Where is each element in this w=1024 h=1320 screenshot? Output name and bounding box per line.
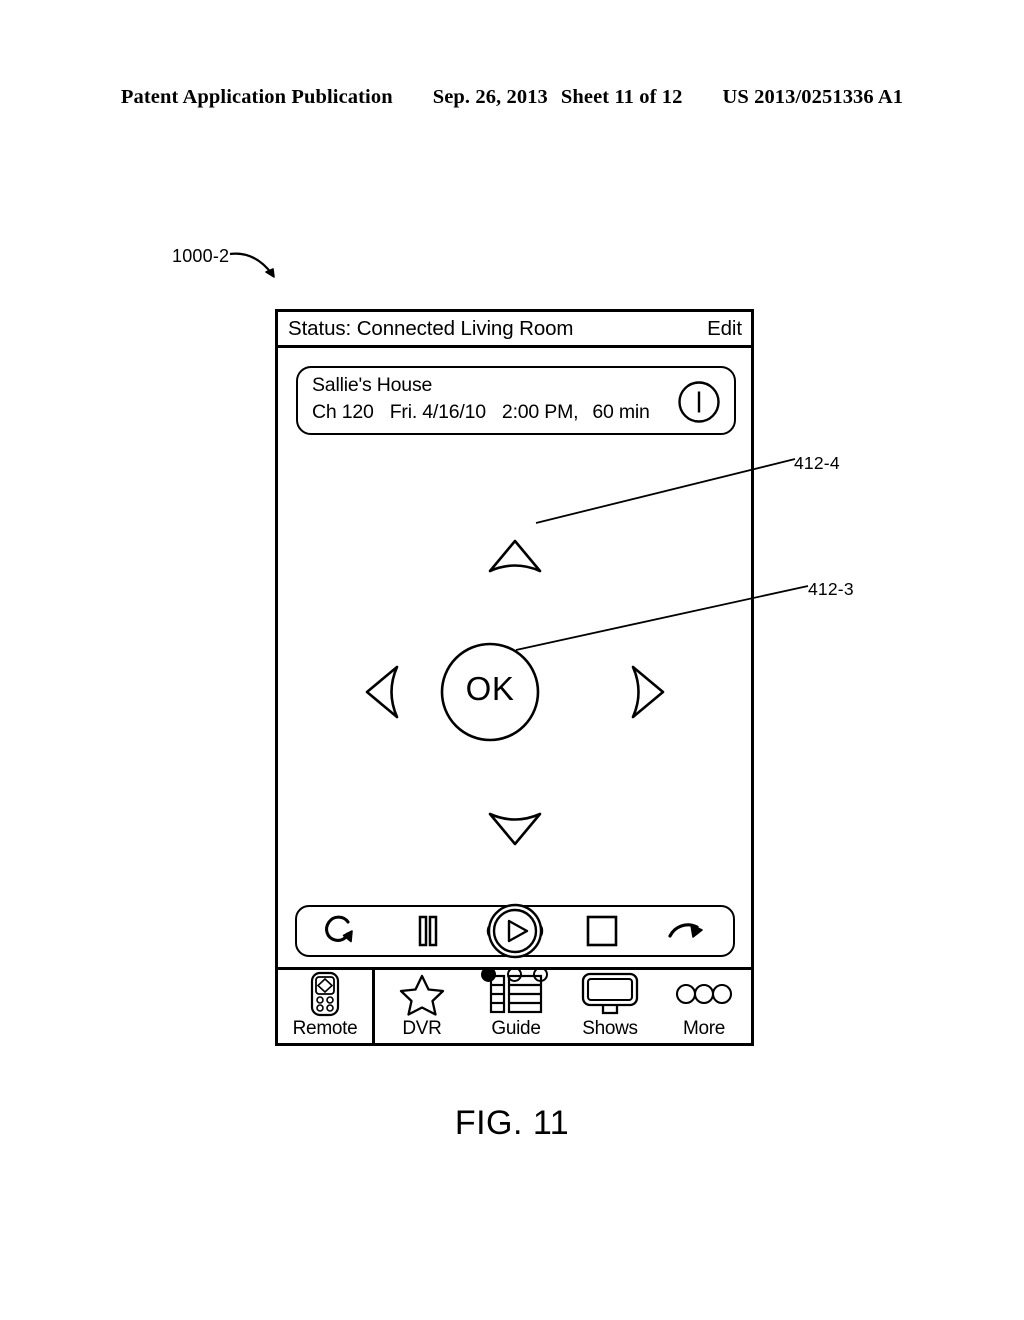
program-info-card[interactable]: Sallie's House Ch 120 Fri. 4/16/10 2:00 PM… xyxy=(296,366,736,435)
tab-remote[interactable]: Remote xyxy=(278,970,375,1043)
status-bar: Status: Connected Living Room Edit xyxy=(278,312,751,348)
callout-label-412-3: 412-3 xyxy=(808,579,854,599)
program-channel: Ch 120 xyxy=(312,401,374,423)
tab-guide-label: Guide xyxy=(491,1018,541,1039)
tab-shows-label: Shows xyxy=(582,1018,638,1039)
television-icon xyxy=(581,972,639,1015)
dpad-container xyxy=(278,348,751,985)
mobile-device-frame: Status: Connected Living Room Edit Salli… xyxy=(275,309,754,1046)
edit-button[interactable]: Edit xyxy=(707,317,742,341)
tab-more[interactable]: More xyxy=(657,970,751,1043)
info-bar-circle-icon[interactable] xyxy=(677,380,721,424)
replay-button[interactable] xyxy=(310,905,372,957)
tab-dvr-icon-wrap xyxy=(399,971,445,1017)
publication-header-left: Patent Application Publication xyxy=(120,86,393,108)
tab-remote-label: Remote xyxy=(292,1018,358,1039)
figure-reference-arrow-icon xyxy=(229,252,275,278)
dpad-graphics xyxy=(365,539,665,846)
tab-more-icon-wrap xyxy=(675,971,733,1017)
remote-screen: Sallie's House Ch 120 Fri. 4/16/10 2:00 PM… xyxy=(278,348,751,985)
pause-icon xyxy=(418,915,438,947)
pause-button[interactable] xyxy=(397,905,459,957)
forward-curved-arrow-icon xyxy=(668,923,704,938)
play-button[interactable] xyxy=(484,903,546,959)
replay-loop-icon xyxy=(324,915,353,943)
tab-guide-icon-wrap xyxy=(489,971,543,1017)
left-arrow-icon xyxy=(365,665,399,719)
ok-button[interactable]: OK xyxy=(442,670,538,708)
tab-shows-icon-wrap xyxy=(581,971,639,1017)
program-title: Sallie's House xyxy=(312,374,433,396)
three-dots-icon xyxy=(675,983,733,1005)
right-arrow-icon xyxy=(631,665,665,719)
remote-control-icon xyxy=(310,971,340,1017)
down-arrow-icon xyxy=(488,812,542,846)
tab-dvr[interactable]: DVR xyxy=(375,970,469,1043)
transport-control-bar xyxy=(295,903,735,959)
callout-label-412-4: 412-4 xyxy=(794,453,840,473)
program-date: Fri. 4/16/10 xyxy=(389,401,486,423)
skip-forward-button[interactable] xyxy=(658,905,720,957)
tab-remote-icon-wrap xyxy=(308,971,342,1017)
publication-header: Patent Application Publication Sep. 26, … xyxy=(0,86,1024,109)
figure-caption: FIG. 11 xyxy=(454,1104,570,1142)
program-meta: Ch 120 Fri. 4/16/10 2:00 PM, 60 min xyxy=(312,401,650,424)
up-arrow-icon xyxy=(488,539,542,573)
stop-button[interactable] xyxy=(571,905,633,957)
play-icon xyxy=(486,903,544,959)
tab-shows[interactable]: Shows xyxy=(563,970,657,1043)
bottom-tab-bar: Remote DVR Guide Shows More xyxy=(278,967,751,1043)
tab-dvr-label: DVR xyxy=(402,1018,442,1039)
tab-more-label: More xyxy=(682,1018,726,1039)
tab-guide[interactable]: Guide xyxy=(469,970,563,1043)
publication-header-date: Sep. 26, 2013 xyxy=(432,86,548,108)
publication-header-sheet: Sheet 11 of 12 xyxy=(560,86,683,108)
stop-square-icon xyxy=(586,915,618,947)
grid-list-icon xyxy=(489,974,543,1014)
status-text: Status: Connected Living Room xyxy=(288,316,574,340)
publication-header-number: US 2013/0251336 A1 xyxy=(722,86,904,108)
program-time: 2:00 PM, xyxy=(501,401,579,423)
star-icon xyxy=(399,974,445,1016)
program-duration: 60 min xyxy=(592,401,650,423)
figure-reference-label: 1000-2 xyxy=(172,246,230,266)
